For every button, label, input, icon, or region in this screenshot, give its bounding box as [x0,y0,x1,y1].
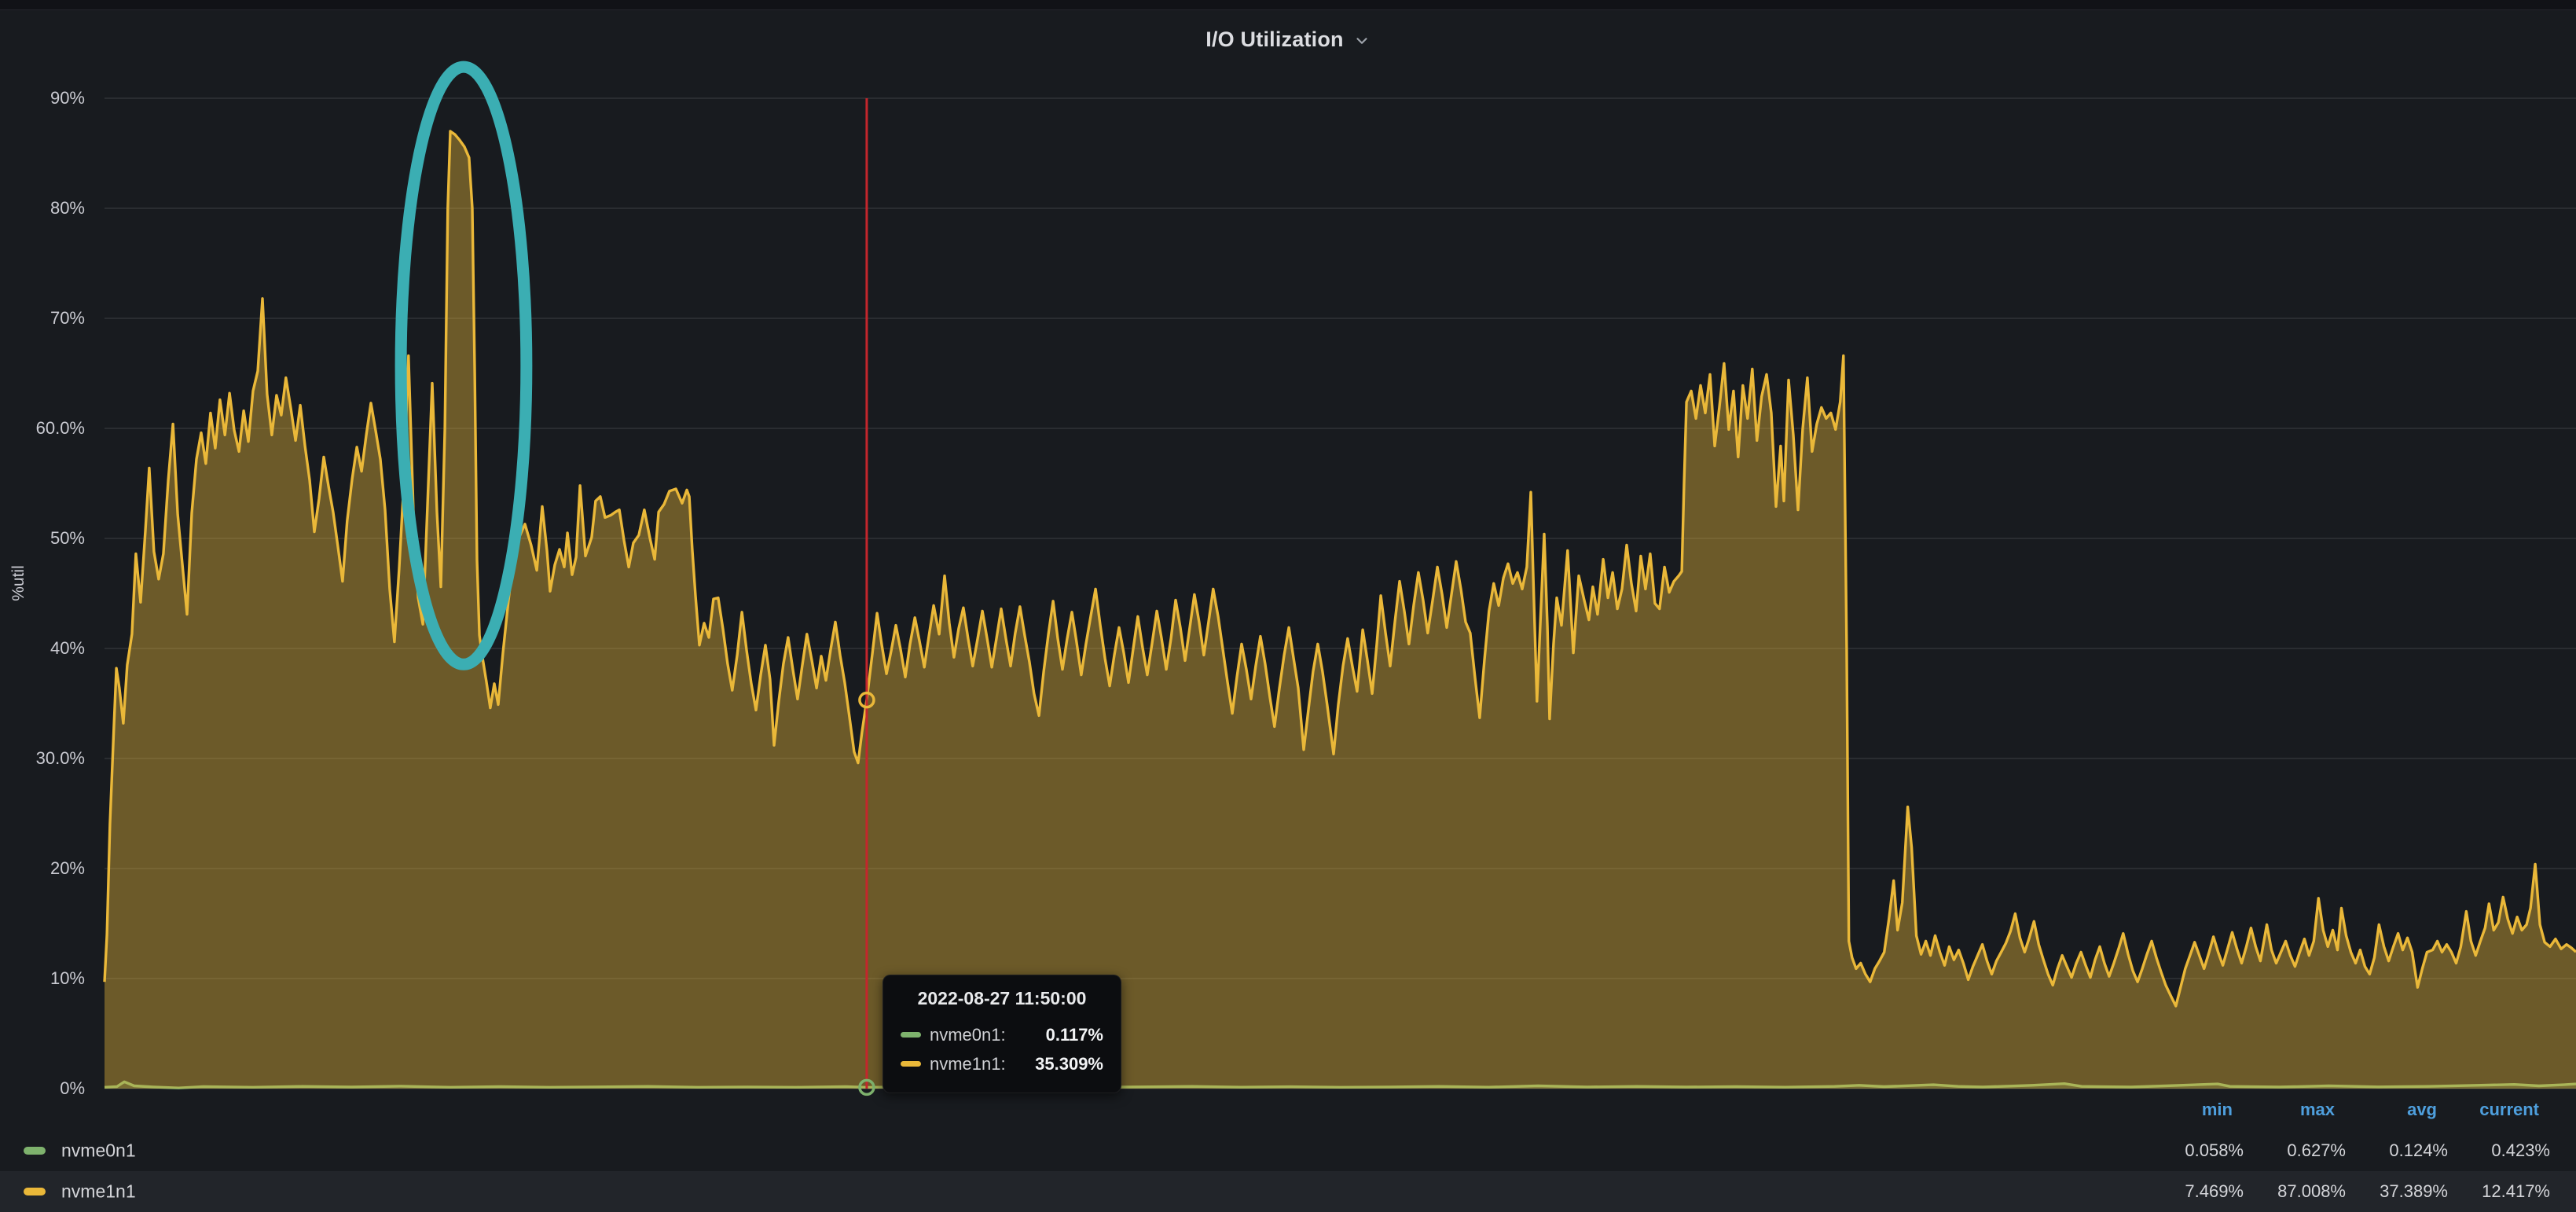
legend-row[interactable]: nvme0n1 0.058% 0.627% 0.124% 0.423% [0,1130,2576,1171]
tooltip-series-name: nvme1n1: [930,1054,1006,1074]
legend-stat-min: 0.058% [2141,1140,2244,1161]
legend-stat-max: 0.627% [2244,1140,2346,1161]
legend-header-min[interactable]: min [2141,1100,2244,1120]
tooltip-series-value: 0.117% [1046,1025,1103,1045]
series-color-dash-icon [901,1061,921,1067]
legend-stat-headers: min max avg current [2141,1093,2550,1127]
legend-series-stats: 0.058% 0.627% 0.124% 0.423% [2141,1130,2550,1171]
io-utilization-panel: I/O Utilization %util 0%10%20%30.0%40%50… [0,10,2576,1212]
legend-header-avg[interactable]: avg [2346,1100,2448,1120]
legend-stat-max: 87.008% [2244,1181,2346,1202]
hover-tooltip: 2022-08-27 11:50:00 nvme0n1: 0.117% nvme… [883,975,1121,1093]
tooltip-timestamp: 2022-08-27 11:50:00 [901,988,1103,1009]
legend-stat-current: 12.417% [2448,1181,2550,1202]
legend-stat-current: 0.423% [2448,1140,2550,1161]
time-series-chart[interactable] [0,0,2576,1212]
grafana-panel-screenshot: { "panel": { "title": "I/O Utilization" … [0,0,2576,1212]
legend-series-name[interactable]: nvme0n1 [61,1140,136,1162]
legend-series-stats: 7.469% 87.008% 37.389% 12.417% [2141,1171,2550,1212]
legend-row[interactable]: nvme1n1 7.469% 87.008% 37.389% 12.417% [0,1171,2576,1212]
tooltip-series-name: nvme0n1: [930,1025,1006,1045]
legend-stat-avg: 37.389% [2346,1181,2448,1202]
legend-series-name[interactable]: nvme1n1 [61,1181,136,1203]
legend-header-max[interactable]: max [2244,1100,2346,1120]
series-areas [105,131,2576,1089]
area-fill-nvme1n1 [105,131,2576,1089]
tooltip-rows: nvme0n1: 0.117% nvme1n1: 35.309% [901,1020,1103,1078]
tooltip-series-value: 35.309% [1035,1054,1103,1074]
tooltip-series-row: nvme0n1: 0.117% [901,1020,1103,1049]
legend-stat-min: 7.469% [2141,1181,2244,1202]
series-color-swatch-icon[interactable] [24,1147,46,1155]
legend-stat-avg: 0.124% [2346,1140,2448,1161]
series-color-swatch-icon[interactable] [24,1188,46,1195]
series-color-dash-icon [901,1032,921,1038]
legend-header-current[interactable]: current [2448,1100,2550,1120]
tooltip-series-row: nvme1n1: 35.309% [901,1049,1103,1078]
